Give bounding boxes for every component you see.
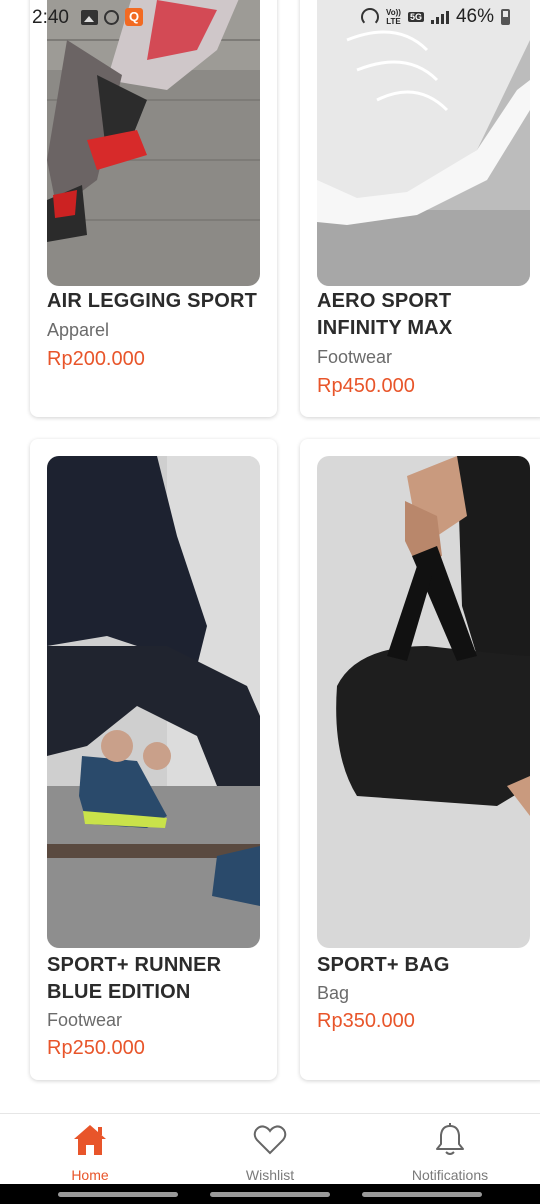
nav-home-label: Home <box>71 1167 109 1183</box>
bell-icon <box>436 1123 464 1155</box>
nav-notifications[interactable]: Notifications <box>360 1114 540 1184</box>
product-category: Footwear <box>47 1010 123 1030</box>
gesture-pill-center[interactable] <box>210 1192 330 1197</box>
product-category: Footwear <box>317 347 393 367</box>
heart-icon <box>253 1125 287 1155</box>
product-price: Rp350.000 <box>317 1010 415 1032</box>
bottom-navigation: Home Wishlist Notifications <box>0 1113 540 1184</box>
product-name: SPORT+ BAG <box>317 954 450 976</box>
nav-notifications-label: Notifications <box>411 1167 489 1183</box>
product-category: Apparel <box>47 320 110 340</box>
product-image <box>47 0 260 286</box>
product-card[interactable]: SPORT+ RUNNER BLUE EDITION Footwear Rp25… <box>30 439 277 1080</box>
nav-home[interactable]: Home <box>0 1114 180 1184</box>
product-price: Rp200.000 <box>47 348 145 370</box>
product-price: Rp450.000 <box>317 375 415 397</box>
product-card[interactable]: SPORT+ BAG Bag Rp350.000 <box>300 439 540 1080</box>
product-name: AERO SPORT INFINITY MAX <box>317 290 453 339</box>
gesture-pill-left[interactable] <box>58 1192 178 1197</box>
nav-wishlist[interactable]: Wishlist <box>180 1114 360 1184</box>
nav-wishlist-label: Wishlist <box>245 1167 295 1183</box>
product-name: AIR LEGGING SPORT <box>47 290 258 312</box>
product-image <box>317 0 530 286</box>
home-icon <box>74 1125 106 1155</box>
product-price: Rp250.000 <box>47 1037 145 1059</box>
product-grid[interactable]: AIR LEGGING SPORT Apparel Rp200.000 AERO… <box>0 0 540 1112</box>
product-image <box>47 456 260 948</box>
product-card[interactable]: AIR LEGGING SPORT Apparel Rp200.000 <box>30 0 277 417</box>
system-gesture-bar <box>0 1184 540 1204</box>
gesture-pill-right[interactable] <box>362 1192 482 1197</box>
product-category: Bag <box>317 983 350 1003</box>
product-name: SPORT+ RUNNER BLUE EDITION <box>47 954 222 1003</box>
product-card[interactable]: AERO SPORT INFINITY MAX Footwear Rp450.0… <box>300 0 540 417</box>
product-image <box>317 456 530 948</box>
